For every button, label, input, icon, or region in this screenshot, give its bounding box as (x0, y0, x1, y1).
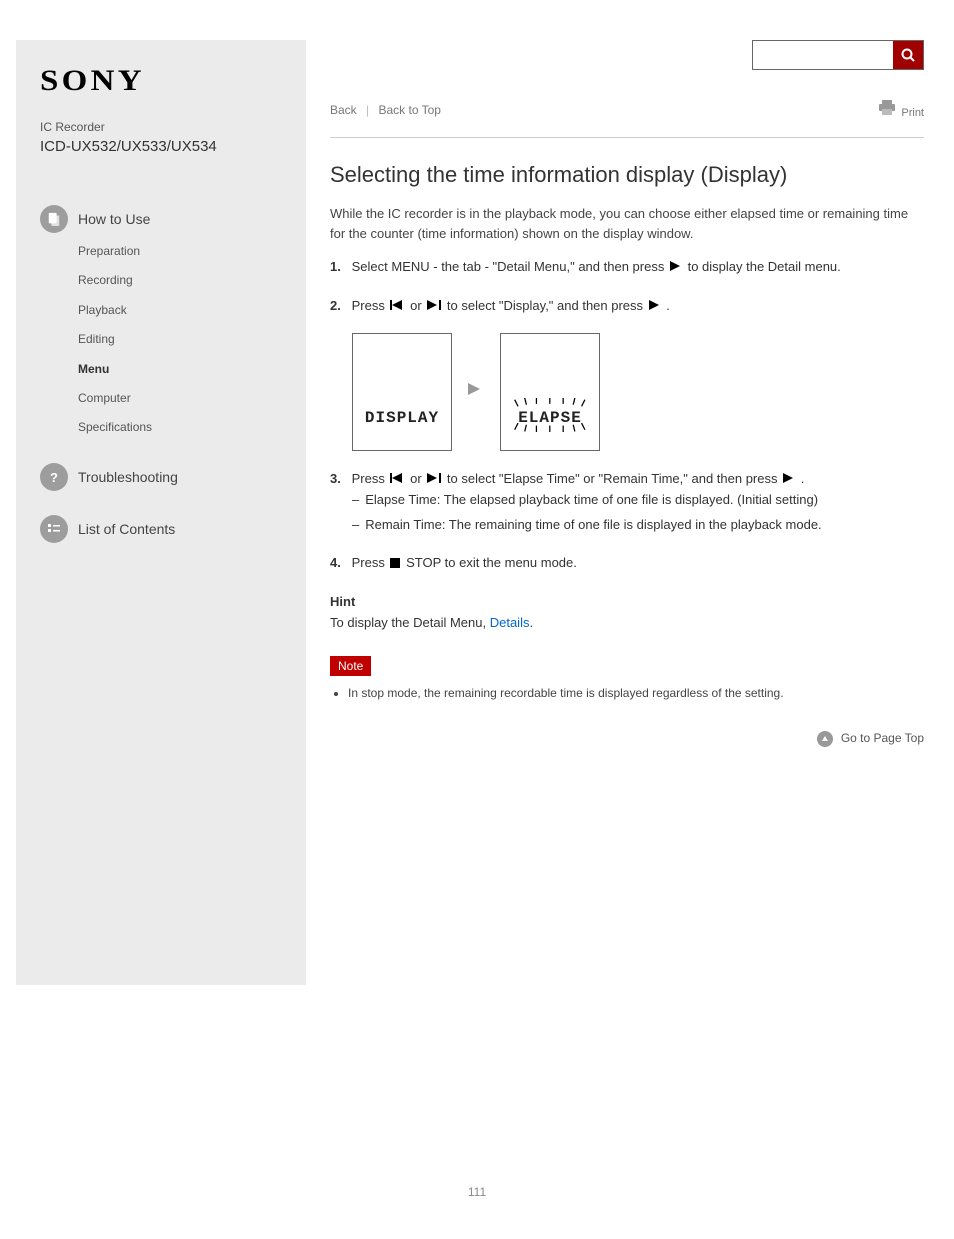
search-button[interactable] (893, 41, 923, 69)
breadcrumb: Back | Back to Top (330, 103, 441, 117)
play-icon (649, 296, 661, 317)
product-line: IC Recorder (40, 120, 286, 134)
step-text: . (801, 471, 805, 486)
nav-label: List of Contents (78, 521, 175, 537)
step-number: 1. (330, 257, 348, 278)
divider (330, 137, 924, 138)
up-arrow-icon (817, 731, 833, 747)
page-title: Selecting the time information display (… (330, 162, 924, 188)
lcd-diagram: DISPLAY ELAPSE (352, 333, 924, 451)
product-model: ICD-UX532/UX533/UX534 (40, 138, 286, 155)
note-list: In stop mode, the remaining recordable t… (348, 684, 924, 703)
play-icon (670, 257, 682, 278)
print-button[interactable]: Print (878, 100, 924, 119)
intro-paragraph: While the IC recorder is in the playback… (330, 204, 924, 243)
print-label: Print (901, 107, 924, 119)
step-text: Press (352, 298, 389, 313)
step-text: . (666, 298, 670, 313)
step-number: 2. (330, 296, 348, 317)
arrow-right-icon (466, 379, 486, 406)
nav-sub-preparation[interactable]: Preparation (78, 237, 286, 266)
sidebar: SONY IC Recorder ICD-UX532/UX533/UX534 H… (16, 40, 306, 985)
step-text: Press (352, 471, 389, 486)
step-text: Select MENU - the tab - "Detail Menu," a… (352, 259, 668, 274)
list-icon (40, 515, 68, 543)
main-content: Back | Back to Top Print Selecting the t… (306, 0, 954, 985)
go-to-top-button[interactable]: Go to Page Top (817, 731, 924, 747)
lcd-box-left: DISPLAY (352, 333, 452, 451)
step-number: 3. (330, 469, 348, 490)
nav-sub-menu[interactable]: Menu (78, 355, 286, 384)
prev-track-icon (390, 296, 404, 317)
hint-block: Hint To display the Detail Menu, Details… (330, 592, 924, 634)
stop-icon (390, 554, 400, 575)
svg-text:?: ? (50, 470, 58, 484)
next-track-icon (427, 296, 441, 317)
step-text: or (410, 298, 425, 313)
search-input[interactable] (753, 41, 893, 69)
nav-sub-editing[interactable]: Editing (78, 325, 286, 354)
magnifier-icon (900, 47, 916, 63)
nav-sub-playback[interactable]: Playback (78, 296, 286, 325)
bullet-icon: – (352, 515, 359, 536)
nav-sub-recording[interactable]: Recording (78, 266, 286, 295)
lcd-text: ELAPSE (518, 409, 582, 427)
step-4: 4. Press STOP to exit the menu mode. (330, 553, 924, 574)
page-number: 111 (0, 1185, 954, 1239)
step-number: 4. (330, 553, 348, 574)
bullet-item: – Elapse Time: The elapsed playback time… (352, 490, 924, 511)
step-text: to select "Display," and then press (447, 298, 647, 313)
hint-label: Hint (330, 594, 355, 609)
lcd-box-right: ELAPSE (500, 333, 600, 451)
nav-troubleshooting[interactable]: ? Troubleshooting (40, 453, 286, 495)
nav-label: Troubleshooting (78, 469, 178, 485)
step-text: or (410, 471, 425, 486)
hint-text: To display the Detail Menu, (330, 615, 486, 630)
step-text: to display the Detail menu. (688, 259, 841, 274)
hint-text: . (529, 615, 533, 630)
bullet-icon: – (352, 490, 359, 511)
prev-track-icon (390, 469, 404, 490)
printer-icon (878, 100, 896, 116)
nav-how-to-use[interactable]: How to Use (40, 195, 286, 237)
search-box (752, 40, 924, 70)
step-text: to select "Elapse Time" or "Remain Time,… (447, 471, 781, 486)
details-link[interactable]: Details (490, 615, 530, 630)
nav-list-of-contents[interactable]: List of Contents (40, 505, 286, 547)
next-track-icon (427, 469, 441, 490)
question-icon: ? (40, 463, 68, 491)
nav-label: How to Use (78, 211, 150, 227)
brand-logo: SONY (40, 64, 311, 98)
step-1: 1. Select MENU - the tab - "Detail Menu,… (330, 257, 924, 278)
step-2: 2. Press or to select "Display," and the… (330, 296, 924, 451)
back-to-top-link[interactable]: Back to Top (379, 103, 441, 117)
step-3: 3. Press or to select "Elapse Time" or "… (330, 469, 924, 536)
breadcrumb-separator: | (366, 103, 369, 117)
bullet-item: – Remain Time: The remaining time of one… (352, 515, 924, 536)
nav-sub-specifications[interactable]: Specifications (78, 413, 286, 442)
how-to-use-icon (40, 205, 68, 233)
note-item: In stop mode, the remaining recordable t… (348, 684, 924, 703)
back-link[interactable]: Back (330, 103, 357, 117)
step-text: Press (352, 555, 389, 570)
step-text: STOP to exit the menu mode. (406, 555, 577, 570)
nav-sub-computer[interactable]: Computer (78, 384, 286, 413)
lcd-text: DISPLAY (365, 406, 439, 432)
play-icon (783, 469, 795, 490)
note-label: Note (330, 656, 371, 676)
